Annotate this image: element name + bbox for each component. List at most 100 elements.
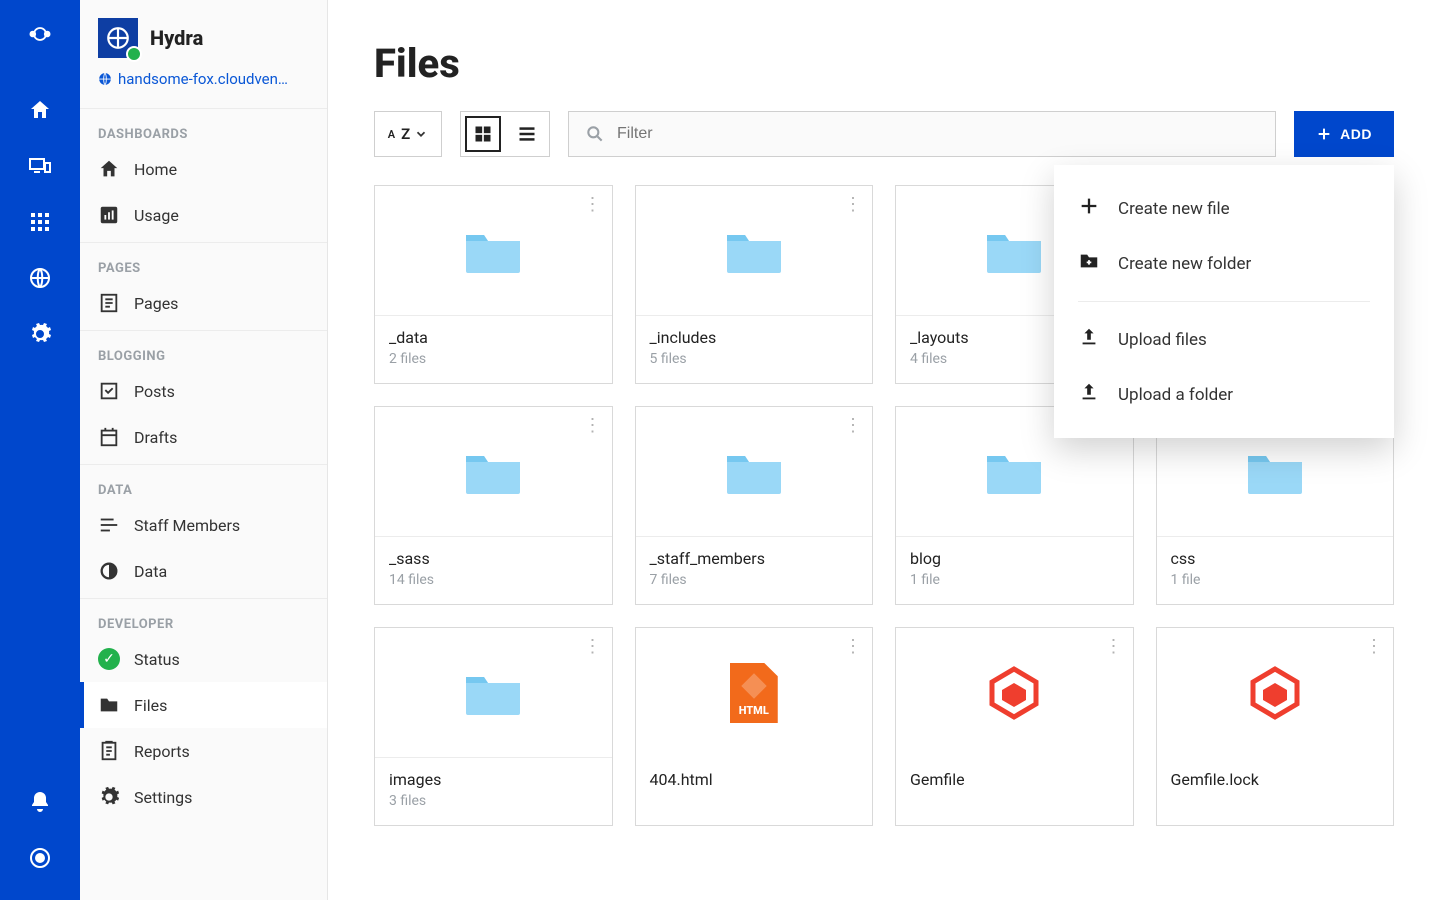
sort-button[interactable]: AZ <box>374 111 442 157</box>
file-card[interactable]: ⋮ _staff_members 7 files <box>635 406 874 605</box>
view-toggle <box>460 111 550 157</box>
file-card[interactable]: ⋮ _includes5 files <box>635 185 874 384</box>
section-label: DATA <box>80 469 327 502</box>
sidebar-item-settings[interactable]: Settings <box>80 774 327 820</box>
file-card[interactable]: ⋮ Gemfile.lock <box>1156 627 1395 826</box>
file-name: _staff_members <box>650 549 859 568</box>
grid-view-button[interactable] <box>461 112 505 156</box>
file-name: blog <box>910 549 1119 568</box>
dropdown-item-upload-a-folder[interactable]: Upload a folder <box>1054 367 1394 422</box>
card-thumb <box>896 628 1133 758</box>
data-icon <box>98 560 120 582</box>
project-name: Hydra <box>150 26 203 50</box>
rail-apps[interactable] <box>0 194 80 250</box>
card-thumb <box>375 407 612 537</box>
draft-icon <box>98 426 120 448</box>
file-meta: 14 files <box>389 572 598 588</box>
file-card[interactable]: ⋮HTML404.html <box>635 627 874 826</box>
section-label: DEVELOPER <box>80 603 327 636</box>
file-meta: 2 files <box>389 351 598 367</box>
rail-notifications[interactable] <box>0 774 80 830</box>
file-name: _data <box>389 328 598 347</box>
file-card[interactable]: ⋮ images3 files <box>374 627 613 826</box>
card-menu-button[interactable]: ⋮ <box>584 638 602 656</box>
page-title: Files <box>374 40 1394 87</box>
card-menu-button[interactable]: ⋮ <box>844 196 862 214</box>
file-card[interactable]: ⋮ _sass 14 files <box>374 406 613 605</box>
sidebar-item-reports[interactable]: Reports <box>80 728 327 774</box>
sidebar-item-files[interactable]: Files <box>80 682 327 728</box>
dropdown-item-create-new-file[interactable]: Create new file <box>1054 181 1394 236</box>
html-file-icon: HTML <box>730 663 778 723</box>
card-thumb <box>636 186 873 316</box>
reports-icon <box>98 740 120 762</box>
card-menu-button[interactable]: ⋮ <box>844 638 862 656</box>
sidebar-item-label: Pages <box>134 294 178 313</box>
post-icon <box>98 380 120 402</box>
sidebar-item-data[interactable]: Data <box>80 548 327 594</box>
brand-logo <box>20 14 60 54</box>
file-name: Gemfile <box>910 770 1119 789</box>
card-menu-button[interactable]: ⋮ <box>1105 638 1123 656</box>
sidebar-item-staff-members[interactable]: Staff Members <box>80 502 327 548</box>
chart-icon <box>98 204 120 226</box>
section-label: PAGES <box>80 247 327 280</box>
search-icon <box>585 124 605 144</box>
project-url-text: handsome-fox.cloudven… <box>118 70 288 88</box>
card-thumb <box>375 186 612 316</box>
sidebar-item-posts[interactable]: Posts <box>80 368 327 414</box>
card-menu-button[interactable]: ⋮ <box>1365 638 1383 656</box>
card-body: Gemfile.lock <box>1157 758 1394 809</box>
file-name: _sass <box>389 549 598 568</box>
sidebar-item-label: Staff Members <box>134 516 240 535</box>
plus-icon <box>1078 195 1100 222</box>
sidebar-item-home[interactable]: Home <box>80 146 327 192</box>
file-name: Gemfile.lock <box>1171 770 1380 789</box>
status-dot-icon <box>126 46 142 62</box>
dropdown-item-create-new-folder[interactable]: Create new folder <box>1054 236 1394 291</box>
filter-input[interactable] <box>617 125 1259 143</box>
sidebar-item-label: Status <box>134 650 180 669</box>
card-menu-button[interactable]: ⋮ <box>844 417 862 435</box>
section-label: DASHBOARDS <box>80 113 327 146</box>
main-content: Files AZ ADD Create new file Create new f… <box>328 0 1440 900</box>
page-icon <box>98 292 120 314</box>
rail-home[interactable] <box>0 82 80 138</box>
card-menu-button[interactable]: ⋮ <box>584 417 602 435</box>
settings-icon <box>98 786 120 808</box>
sidebar-item-pages[interactable]: Pages <box>80 280 327 326</box>
list-view-button[interactable] <box>505 112 549 156</box>
rail-settings[interactable] <box>0 306 80 362</box>
folder-plus-icon <box>1078 250 1100 277</box>
dropdown-item-upload-files[interactable]: Upload files <box>1054 312 1394 367</box>
file-meta: 7 files <box>650 572 859 588</box>
card-body: Gemfile <box>896 758 1133 809</box>
sidebar-item-drafts[interactable]: Drafts <box>80 414 327 460</box>
sidebar-item-label: Usage <box>134 206 179 225</box>
card-body: images3 files <box>375 758 612 825</box>
card-body: _includes5 files <box>636 316 873 383</box>
sidebar-item-usage[interactable]: Usage <box>80 192 327 238</box>
dropdown-item-label: Create new file <box>1118 199 1230 219</box>
card-thumb <box>375 628 612 758</box>
sidebar-item-status[interactable]: ✓ Status <box>80 636 327 682</box>
card-body: _data 2 files <box>375 316 612 383</box>
card-body: css1 file <box>1157 537 1394 604</box>
project-url-link[interactable]: handsome-fox.cloudven… <box>80 64 327 104</box>
sidebar-item-label: Home <box>134 160 177 179</box>
sidebar-item-label: Files <box>134 696 167 715</box>
sidebar-item-label: Posts <box>134 382 175 401</box>
card-body: blog1 file <box>896 537 1133 604</box>
card-thumb <box>636 407 873 537</box>
file-card[interactable]: ⋮ Gemfile <box>895 627 1134 826</box>
rail-devices[interactable] <box>0 138 80 194</box>
card-menu-button[interactable]: ⋮ <box>584 196 602 214</box>
status-icon: ✓ <box>98 648 120 670</box>
rail-target[interactable] <box>0 830 80 886</box>
file-card[interactable]: ⋮ _data 2 files <box>374 185 613 384</box>
dropdown-item-label: Create new folder <box>1118 254 1251 274</box>
add-button[interactable]: ADD <box>1294 111 1394 157</box>
rail-globe[interactable] <box>0 250 80 306</box>
file-meta: 5 files <box>650 351 859 367</box>
filter-field[interactable] <box>568 111 1276 157</box>
